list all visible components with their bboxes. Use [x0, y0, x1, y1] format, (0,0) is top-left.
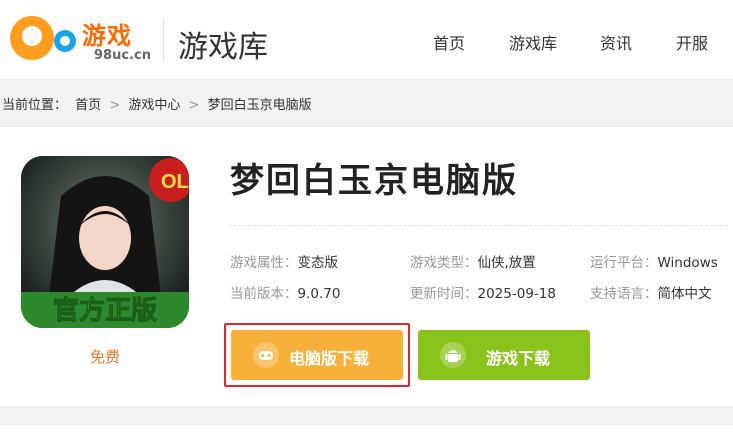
- nav-server[interactable]: 开服: [676, 30, 708, 54]
- info-version: 当前版本：9.0.70: [230, 282, 340, 302]
- game-title: 梦回白玉京电脑版: [230, 161, 518, 201]
- pc-download-label: 电脑版下载: [289, 349, 370, 368]
- info-key: 运行平台：: [590, 255, 658, 271]
- logo-eye-mark: [54, 30, 76, 52]
- info-value: Windows: [657, 255, 718, 271]
- logo-nine-mark: [10, 16, 54, 60]
- price-label: 免费: [89, 348, 120, 366]
- breadcrumb-separator: >: [188, 98, 200, 113]
- game-download-label: 游戏下载: [486, 349, 551, 368]
- info-value: 简体中文: [657, 286, 712, 302]
- info-updated: 更新时间：2025-09-18: [410, 282, 556, 302]
- info-key: 游戏类型：: [410, 255, 478, 271]
- info-key: 当前版本：: [230, 286, 298, 302]
- info-attribute: 游戏属性：变态版: [230, 251, 338, 271]
- info-key: 更新时间：: [410, 286, 478, 302]
- game-art-icon: OL 官方正版: [21, 156, 189, 328]
- breadcrumb-home[interactable]: 首页: [75, 98, 101, 113]
- breadcrumb-current[interactable]: 梦回白玉京电脑版: [208, 98, 312, 113]
- icon-badge-text: OL: [161, 171, 189, 193]
- info-key: 游戏属性：: [230, 255, 298, 271]
- next-section: [0, 424, 733, 441]
- info-type: 游戏类型：仙侠,放置: [410, 251, 536, 271]
- breadcrumb-game-center[interactable]: 游戏中心: [128, 98, 180, 113]
- info-value: 2025-09-18: [477, 286, 556, 302]
- icon-banner-text: 官方正版: [53, 295, 157, 326]
- info-platform: 运行平台：Windows: [590, 251, 718, 271]
- info-key: 支持语言：: [590, 286, 658, 302]
- breadcrumb-separator: >: [109, 98, 121, 113]
- info-value: 9.0.70: [297, 286, 341, 302]
- info-language: 支持语言：简体中文: [590, 282, 712, 302]
- site-header: 游戏 98uc.cn 游戏库 首页 游戏库 资讯 开服: [0, 0, 733, 80]
- android-icon: [440, 342, 466, 368]
- game-icon-image[interactable]: OL 官方正版: [21, 156, 189, 328]
- nav-news[interactable]: 资讯: [600, 30, 632, 54]
- logo-text: 游戏: [82, 22, 132, 50]
- nav-home[interactable]: 首页: [433, 30, 465, 54]
- gamepad-icon: [253, 342, 279, 368]
- game-download-button[interactable]: 游戏下载: [418, 330, 590, 380]
- breadcrumb-prefix: 当前位置：: [2, 98, 68, 113]
- site-logo[interactable]: 游戏 98uc.cn: [10, 12, 151, 68]
- info-value: 仙侠,放置: [477, 255, 536, 271]
- header-divider: [163, 18, 164, 62]
- info-divider: [228, 225, 728, 226]
- nav-game-library[interactable]: 游戏库: [509, 30, 557, 54]
- breadcrumb: 当前位置： 首页 > 游戏中心 > 梦回白玉京电脑版: [2, 94, 316, 113]
- logo-domain: 98uc.cn: [94, 48, 151, 63]
- info-value: 变态版: [297, 255, 339, 271]
- pc-download-button[interactable]: 电脑版下载: [231, 330, 403, 380]
- section-title: 游戏库: [178, 30, 268, 65]
